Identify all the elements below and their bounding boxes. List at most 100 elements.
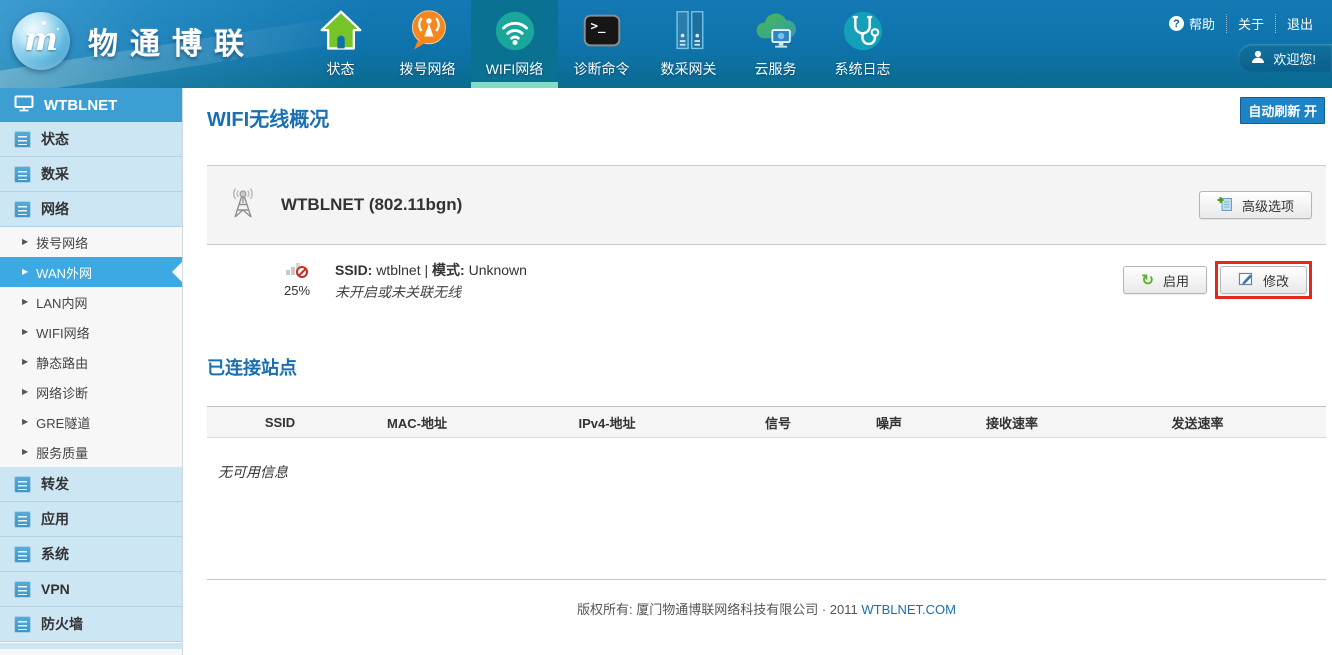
click-highlight-annotation: 修改 — [1215, 261, 1312, 299]
wifi-action-buttons: ↻ 启用 修改 — [1123, 261, 1312, 299]
tab-data-gateway[interactable]: 数采网关 — [645, 0, 732, 88]
list-icon — [14, 511, 31, 528]
list-icon — [14, 581, 31, 598]
brand-logo: m 物通博联 — [12, 12, 256, 70]
tab-wifi-network[interactable]: WIFI网络 — [471, 0, 558, 88]
sidebar-item-status[interactable]: 状态 — [0, 122, 182, 157]
sidebar: WTBLNET 状态 数采 网络 ▶ 拨号网络 ▶ WAN外网 ▶ LAN内网 … — [0, 88, 183, 655]
col-rx-rate: 接收速率 — [955, 407, 1069, 438]
list-icon — [14, 131, 31, 148]
ssid-line: SSID: wtblnet | 模式: Unknown — [335, 260, 527, 281]
main-content: WIFI无线概况 自动刷新 开 WTBLNET (802.11bgn) — [184, 88, 1332, 655]
gateway-icon — [667, 6, 711, 56]
sidebar-item-wan[interactable]: ▶ WAN外网 — [0, 257, 182, 287]
wifi-panel-header: WTBLNET (802.11bgn) 高级选项 — [207, 165, 1326, 244]
sidebar-device-header: WTBLNET — [0, 88, 182, 122]
caret-icon: ▶ — [22, 238, 28, 246]
sidebar-item-lan[interactable]: ▶ LAN内网 — [0, 287, 182, 317]
logo-sphere-icon: m — [12, 12, 70, 70]
logout-link[interactable]: 退出 — [1275, 14, 1324, 33]
modify-button[interactable]: 修改 — [1220, 266, 1307, 294]
caret-icon: ▶ — [22, 268, 28, 276]
home-icon — [319, 6, 363, 56]
enable-button[interactable]: ↻ 启用 — [1123, 266, 1207, 294]
document-plus-icon — [1217, 196, 1233, 215]
signal-percent: 25% — [277, 283, 317, 298]
col-signal: 信号 — [733, 407, 823, 438]
edit-icon — [1238, 271, 1254, 290]
caret-icon: ▶ — [22, 448, 28, 456]
stations-table: SSID MAC-地址 IPv4-地址 信号 噪声 接收速率 发送速率 — [207, 406, 1326, 438]
brand-name: 物通博联 — [88, 19, 256, 63]
dialup-icon — [406, 6, 450, 56]
device-name: WTBLNET — [44, 97, 117, 114]
caret-icon: ▶ — [22, 358, 28, 366]
no-data-message: 无可用信息 — [207, 462, 1326, 482]
wifi-status-text: SSID: wtblnet | 模式: Unknown 未开启或未关联无线 — [335, 260, 527, 303]
caret-icon: ▶ — [22, 388, 28, 396]
sidebar-item-system[interactable]: 系统 — [0, 537, 182, 572]
tab-diagnostic-commands[interactable]: >_ 诊断命令 — [558, 0, 645, 88]
wifi-overview-panel: WTBLNET (802.11bgn) 高级选项 — [207, 165, 1326, 325]
sidebar-item-firewall[interactable]: 防火墙 — [0, 607, 182, 642]
refresh-icon: ↻ — [1141, 273, 1154, 288]
footer-link[interactable]: WTBLNET.COM — [861, 602, 956, 617]
col-ipv4: IPv4-地址 — [481, 407, 733, 438]
header: m 物通博联 状态 — [0, 0, 1332, 88]
list-icon — [14, 476, 31, 493]
sidebar-item-data-collect[interactable]: 数采 — [0, 157, 182, 192]
list-icon — [14, 616, 31, 633]
top-links: ? 帮助 关于 退出 — [1158, 14, 1324, 33]
sidebar-item-static-route[interactable]: ▶ 静态路由 — [0, 347, 182, 377]
cloud-icon — [752, 6, 800, 56]
terminal-icon: >_ — [579, 6, 625, 56]
about-link[interactable]: 关于 — [1226, 14, 1275, 33]
list-icon — [14, 546, 31, 563]
col-mac: MAC-地址 — [353, 407, 481, 438]
caret-icon: ▶ — [22, 418, 28, 426]
svg-text:>_: >_ — [590, 18, 605, 34]
sidebar-item-gre-tunnel[interactable]: ▶ GRE隧道 — [0, 407, 182, 437]
stethoscope-icon — [840, 6, 886, 56]
user-icon — [1251, 50, 1265, 67]
antenna-icon — [229, 186, 257, 225]
sidebar-item-net-diagnose[interactable]: ▶ 网络诊断 — [0, 377, 182, 407]
auto-refresh-toggle[interactable]: 自动刷新 开 — [1240, 97, 1325, 124]
monitor-icon — [14, 95, 34, 116]
stations-header-row: SSID MAC-地址 IPv4-地址 信号 噪声 接收速率 发送速率 — [207, 407, 1326, 438]
help-icon: ? — [1169, 16, 1184, 31]
tab-system-log[interactable]: 系统日志 — [819, 0, 906, 88]
router-admin-app: m 物通博联 状态 — [0, 0, 1332, 655]
col-tx-rate: 发送速率 — [1069, 407, 1326, 438]
sidebar-item-network[interactable]: 网络 — [0, 192, 182, 227]
tab-cloud-service[interactable]: 云服务 — [732, 0, 819, 88]
signal-blocked-icon — [286, 260, 308, 278]
sidebar-partial-item — [0, 642, 182, 649]
sidebar-item-wifi[interactable]: ▶ WIFI网络 — [0, 317, 182, 347]
tab-dialup-network[interactable]: 拨号网络 — [384, 0, 471, 88]
sidebar-item-vpn[interactable]: VPN — [0, 572, 182, 607]
list-icon — [14, 201, 31, 218]
col-ssid: SSID — [207, 407, 353, 438]
top-nav: 状态 拨号网络 — [297, 0, 906, 88]
wifi-panel-body: 25% SSID: wtblnet | 模式: Unknown 未开启或未关联无… — [207, 244, 1326, 325]
caret-icon: ▶ — [22, 328, 28, 336]
wifi-icon — [492, 6, 538, 56]
sidebar-item-qos[interactable]: ▶ 服务质量 — [0, 437, 182, 467]
welcome-text: 欢迎您! — [1273, 49, 1316, 68]
col-noise: 噪声 — [823, 407, 955, 438]
wifi-disabled-note: 未开启或未关联无线 — [335, 282, 527, 303]
connected-stations-title: 已连接站点 — [207, 354, 1326, 380]
tab-status[interactable]: 状态 — [297, 0, 384, 88]
advanced-options-button[interactable]: 高级选项 — [1199, 191, 1312, 219]
help-link[interactable]: ? 帮助 — [1158, 14, 1226, 33]
sidebar-item-dialup[interactable]: ▶ 拨号网络 — [0, 227, 182, 257]
sidebar-item-forwarding[interactable]: 转发 — [0, 467, 182, 502]
welcome-badge[interactable]: 欢迎您! — [1238, 44, 1332, 72]
page-title: WIFI无线概况 — [207, 88, 1326, 132]
footer: 版权所有: 厦门物通博联网络科技有限公司 · 2011 WTBLNET.COM — [207, 579, 1326, 618]
caret-icon: ▶ — [22, 298, 28, 306]
sidebar-item-application[interactable]: 应用 — [0, 502, 182, 537]
wifi-network-title: WTBLNET (802.11bgn) — [281, 195, 462, 215]
signal-block: 25% — [277, 260, 317, 298]
